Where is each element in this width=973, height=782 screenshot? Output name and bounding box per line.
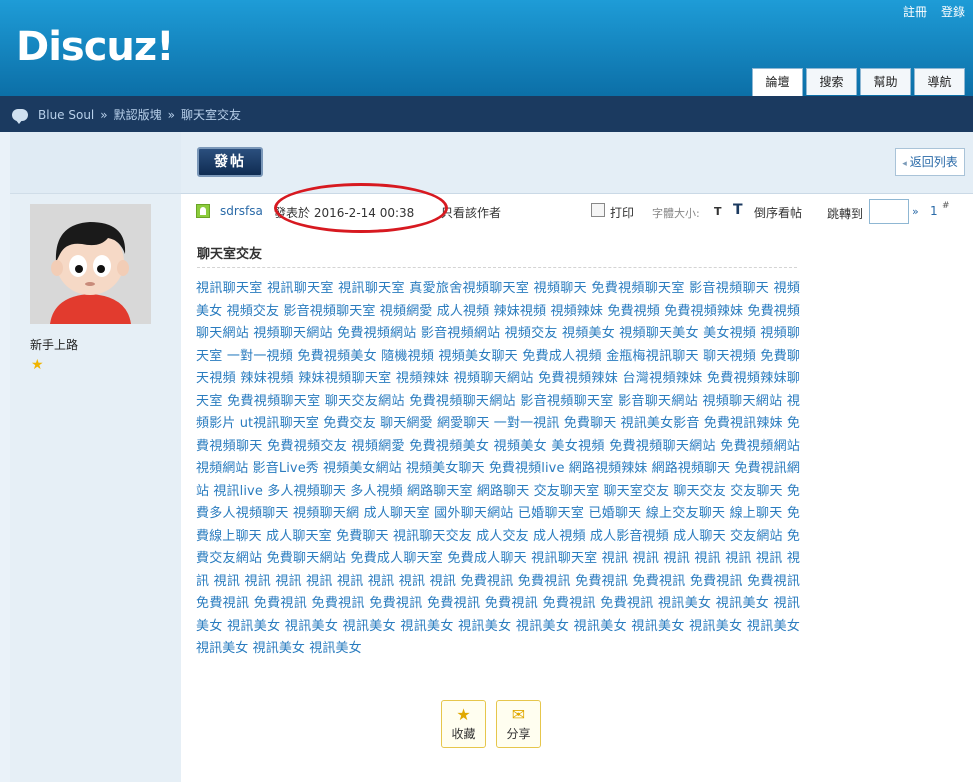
chevron-left-icon: ◂ bbox=[902, 159, 907, 169]
jump-to-input[interactable] bbox=[869, 199, 909, 224]
chat-bubble-icon bbox=[12, 108, 28, 124]
envelope-icon: ✉ bbox=[511, 705, 526, 724]
reverse-order-link[interactable]: 倒序看帖 bbox=[754, 204, 802, 221]
star-icon: ★ bbox=[456, 705, 471, 724]
font-size-label: 字體大小: bbox=[652, 207, 700, 220]
main-nav: 論壇 搜索 幫助 導航 bbox=[752, 68, 965, 96]
floor-number[interactable]: 1 bbox=[930, 204, 938, 218]
red-highlight-annotation bbox=[274, 183, 448, 233]
avatar[interactable] bbox=[30, 204, 151, 324]
reverse-order-icon: T bbox=[733, 202, 743, 218]
site-logo[interactable]: Discuz! bbox=[16, 24, 174, 70]
breadcrumb-bar: Blue Soul » 默認版塊 » 聊天室交友 bbox=[0, 96, 973, 132]
site-header: Discuz! 註冊 登錄 論壇 搜索 幫助 導航 bbox=[0, 0, 973, 96]
star-icon: ★ bbox=[31, 357, 44, 373]
tab-forum[interactable]: 論壇 bbox=[752, 68, 803, 96]
thread-toolbar: 發帖 ◂ 返回列表 bbox=[181, 132, 973, 194]
tab-navigation[interactable]: 導航 bbox=[914, 68, 965, 95]
share-label: 分享 bbox=[506, 727, 531, 741]
font-size-toggle[interactable]: T bbox=[714, 205, 722, 218]
divider bbox=[197, 267, 797, 268]
breadcrumb-forum[interactable]: 默認版塊 bbox=[114, 106, 162, 123]
register-link[interactable]: 註冊 bbox=[903, 3, 927, 20]
breadcrumb-home[interactable]: Blue Soul bbox=[38, 108, 94, 122]
favorite-button[interactable]: ★ 收藏 bbox=[441, 700, 486, 748]
breadcrumb: Blue Soul » 默認版塊 » 聊天室交友 bbox=[12, 106, 241, 124]
share-button[interactable]: ✉ 分享 bbox=[496, 700, 541, 748]
favorite-label: 收藏 bbox=[451, 727, 476, 741]
login-link[interactable]: 登錄 bbox=[941, 3, 965, 20]
back-to-list-button[interactable]: ◂ 返回列表 bbox=[895, 148, 965, 176]
breadcrumb-thread[interactable]: 聊天室交友 bbox=[181, 106, 241, 123]
top-links: 註冊 登錄 bbox=[903, 3, 965, 20]
author-rank: 新手上路 bbox=[30, 338, 79, 352]
tab-search[interactable]: 搜索 bbox=[806, 68, 857, 95]
print-link[interactable]: 打印 bbox=[610, 204, 634, 221]
only-author-link[interactable]: 只看該作者 bbox=[441, 204, 501, 221]
breadcrumb-separator: » bbox=[100, 107, 108, 122]
floor-hash: # bbox=[942, 201, 950, 211]
jump-go-button[interactable]: » bbox=[912, 205, 919, 218]
post-actions: ★ 收藏 ✉ 分享 bbox=[441, 700, 541, 748]
author-sidebar-header bbox=[10, 132, 181, 194]
print-icon[interactable] bbox=[591, 203, 605, 217]
jump-to-label: 跳轉到 bbox=[827, 207, 864, 221]
user-online-icon bbox=[196, 204, 210, 218]
new-post-button[interactable]: 發帖 bbox=[197, 147, 263, 177]
author-username[interactable]: sdrsfsa bbox=[220, 204, 263, 218]
back-to-list-label: 返回列表 bbox=[909, 155, 958, 169]
post-body: 視訊聊天室 視訊聊天室 視訊聊天室 真愛旅舍視頻聊天室 視頻聊天 免費視頻聊天室… bbox=[196, 281, 800, 656]
thread-view: 發帖 ◂ 返回列表 新手上路 ★ sdrsfsa 發表於 2016-2-14 00… bbox=[10, 132, 973, 782]
post-title: 聊天室交友 bbox=[197, 247, 263, 262]
breadcrumb-separator: » bbox=[167, 107, 175, 122]
tab-help[interactable]: 幫助 bbox=[860, 68, 911, 95]
